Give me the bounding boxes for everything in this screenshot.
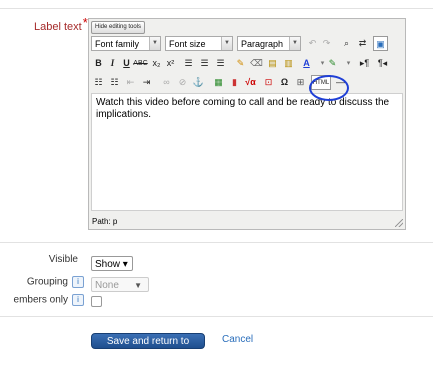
editor-path: Path: p [92,217,118,226]
link-icon[interactable]: ∞ [159,75,174,90]
highlight-color-icon[interactable]: ✎ [325,56,340,71]
undo-icon[interactable]: ↶ [305,36,320,51]
find-icon[interactable]: ⌕ [339,36,354,51]
anchor-icon[interactable]: ⚓ [191,75,206,90]
hide-editing-tools-button[interactable]: Hide editing tools [91,21,146,34]
text-color-icon[interactable]: A [299,56,314,71]
align-left-icon[interactable]: ☰ [181,56,196,71]
members-only-label: embers only [13,294,68,306]
subscript-icon[interactable]: x₂ [149,56,164,71]
label-text-label: Label text* [34,15,88,33]
cancel-link[interactable]: Cancel [222,334,253,345]
highlight-circle [309,75,349,101]
eraser-icon[interactable]: ⌫ [249,56,264,71]
clean-up-icon[interactable]: ✎ [233,56,248,71]
resize-grip-icon[interactable] [395,219,403,227]
members-only-label-wrap: embers only i [0,294,84,306]
paste-word-icon[interactable]: ▥ [281,56,296,71]
font-family-select[interactable]: Font family ▼ [91,36,161,51]
paste-text-icon[interactable]: ▤ [265,56,280,71]
font-size-value: Font size [169,39,206,49]
paragraph-select[interactable]: Paragraph ▼ [237,36,301,51]
chevron-down-icon: ▼ [149,37,160,50]
superscript-icon[interactable]: x² [163,56,178,71]
chevron-down-icon: ▼ [134,281,142,290]
outdent-icon[interactable]: ⇤ [123,75,138,90]
align-right-icon[interactable]: ☰ [213,56,228,71]
numbered-list-icon[interactable]: ☷ [107,75,122,90]
divider [0,242,433,243]
fullscreen-icon[interactable]: ▣ [373,36,388,51]
ltr-icon[interactable]: ▸¶ [357,56,372,71]
table-icon[interactable]: ⊞ [293,75,308,90]
help-icon[interactable]: i [72,294,84,306]
image-icon[interactable]: ▦ [211,75,226,90]
divider [0,316,433,317]
media-icon[interactable]: ▮ [227,75,242,90]
paragraph-value: Paragraph [241,39,284,49]
strikethrough-icon[interactable]: ABC [133,56,148,71]
rtl-icon[interactable]: ¶◂ [375,56,390,71]
visible-select[interactable]: Show ▾ [91,256,133,271]
align-center-icon[interactable]: ☰ [197,56,212,71]
italic-icon[interactable]: I [105,56,120,71]
editor-content-area[interactable]: Watch this video before coming to call a… [91,93,403,211]
indent-icon[interactable]: ⇥ [139,75,154,90]
special-character-icon[interactable]: Ω [277,75,292,90]
grouping-value: None [95,280,119,291]
visible-label: Visible [48,254,78,265]
grouping-select[interactable]: None ▼ [91,277,149,292]
rich-text-editor[interactable]: Hide editing tools Font family ▼ Font si… [88,18,406,230]
label-text: Label text [34,21,82,33]
underline-icon[interactable]: U [119,56,134,71]
required-mark: * [82,15,88,30]
grouping-label-wrap: Grouping i [8,276,84,288]
top-divider [0,8,433,9]
bullet-list-icon[interactable]: ☷ [91,75,106,90]
chevron-down-icon: ▼ [289,37,300,50]
redo-icon[interactable]: ↷ [319,36,334,51]
help-icon[interactable]: i [72,276,84,288]
grouping-label: Grouping [26,276,68,288]
emoticon-icon[interactable]: ⊡ [261,75,276,90]
equation-icon[interactable]: √α [243,75,258,90]
editor-content-text: Watch this video before coming to call a… [96,97,390,120]
font-size-select[interactable]: Font size ▼ [165,36,233,51]
replace-icon[interactable]: ⇄ [355,36,370,51]
bold-icon[interactable]: B [91,56,106,71]
unlink-icon[interactable]: ⊘ [175,75,190,90]
chevron-down-icon: ▼ [221,37,232,50]
members-only-checkbox[interactable] [91,296,102,307]
font-family-value: Font family [95,39,140,49]
chevron-down-icon[interactable]: ▾ [341,56,356,71]
